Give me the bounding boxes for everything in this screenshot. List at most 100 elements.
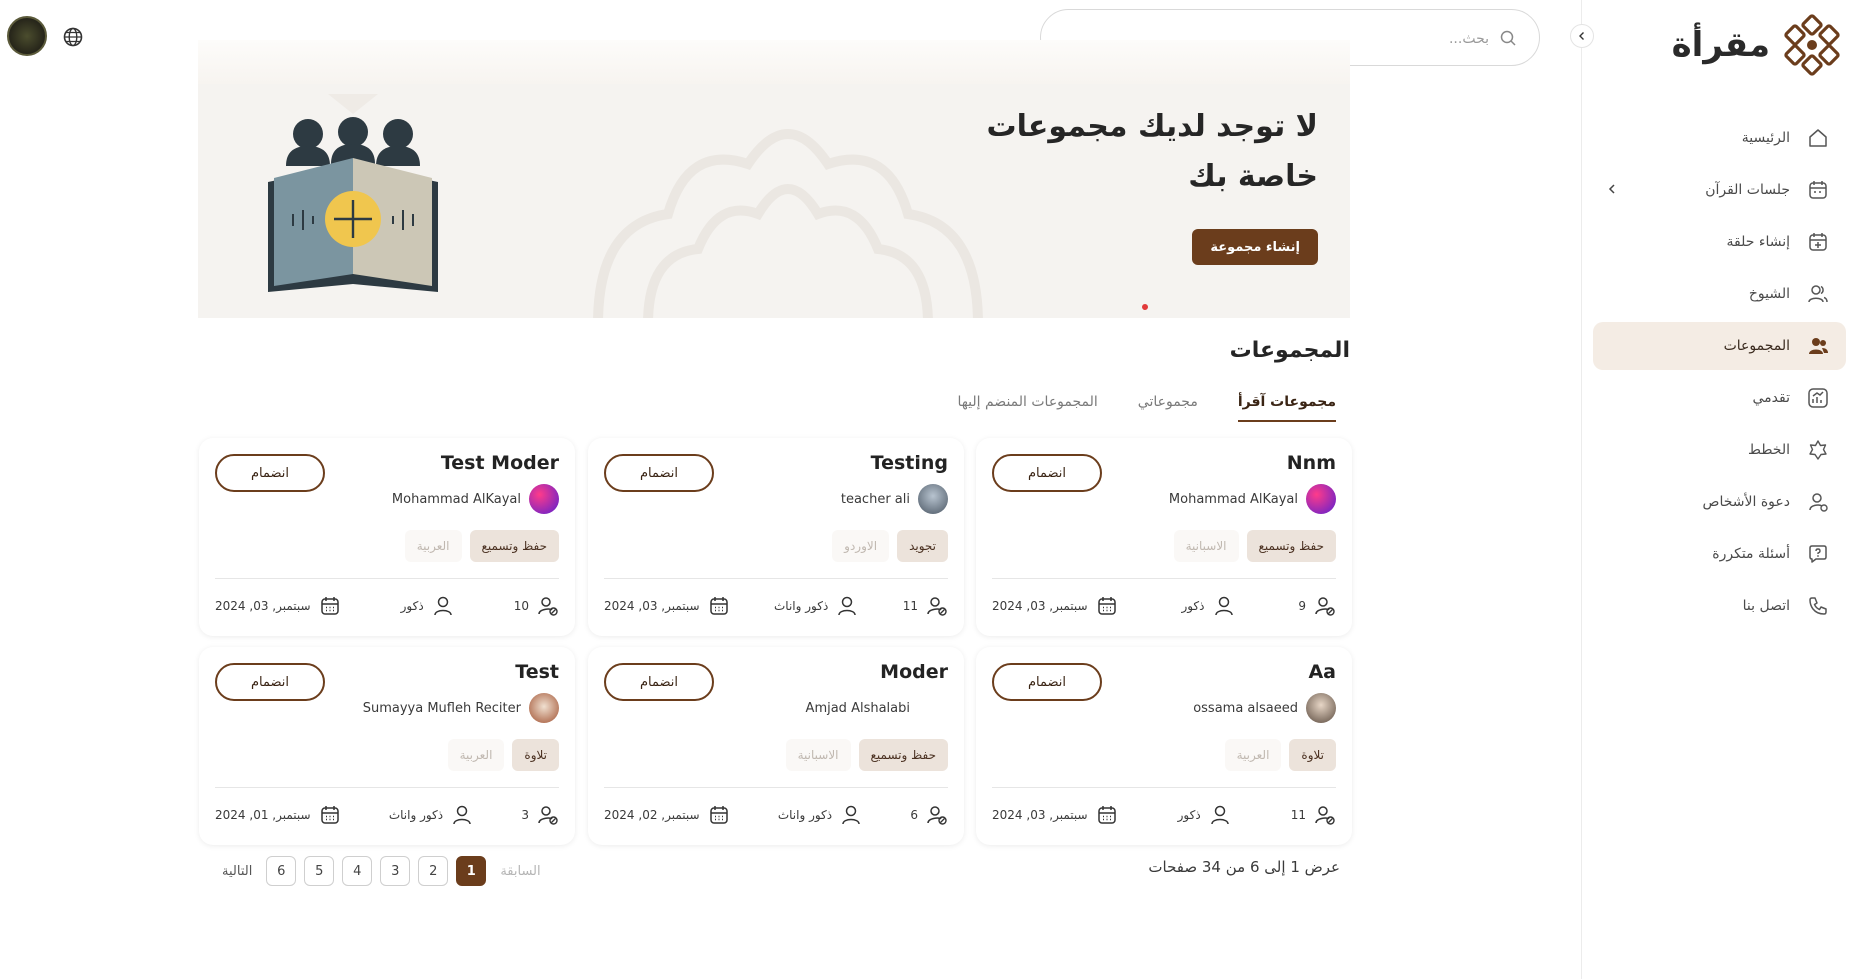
sidebar-item-faq[interactable]: أسئلة متكررة	[1593, 530, 1846, 578]
sidebar-item-label: اتصل بنا	[1742, 598, 1790, 614]
created-date: سبتمبر, 03, 2024	[992, 595, 1118, 617]
join-button[interactable]: انضمام	[215, 454, 325, 492]
category-tag: تلاوة	[512, 739, 559, 771]
sidebar-item-home[interactable]: الرئيسية	[1593, 114, 1846, 162]
divider	[992, 787, 1336, 788]
page-button[interactable]: 2	[418, 856, 449, 886]
group-card[interactable]: Aa انضمام ossama alsaeed تلاوة العربية 11 ذكور…	[976, 647, 1352, 845]
tab-iqraa-groups[interactable]: مجموعات آقرأ	[1237, 394, 1336, 422]
sidebar-item-progress[interactable]: تقدمي	[1593, 374, 1846, 422]
app-logo[interactable]: مقرأة	[1672, 14, 1844, 76]
tab-joined-groups[interactable]: المجموعات المنضم إليها	[957, 394, 1097, 422]
groups-tabs: مجموعات آقرأ مجموعاتي المجموعات المنضم إ…	[957, 394, 1336, 422]
language-button[interactable]	[62, 26, 84, 52]
page-button[interactable]: 6	[266, 856, 297, 886]
created-date: سبتمبر, 03, 2024	[215, 595, 341, 617]
page-button[interactable]: 5	[304, 856, 335, 886]
language-tag: الاسبانية	[785, 739, 851, 771]
sidebar-item-contact[interactable]: اتصل بنا	[1593, 582, 1846, 630]
sidebar-item-create-session[interactable]: إنشاء حلقة	[1593, 218, 1846, 266]
group-card[interactable]: Test انضمام Sumayya Mufleh Reciter تلاوة الع…	[199, 647, 575, 845]
category-tag: تجويد	[897, 530, 948, 562]
sidebar-item-quran-sessions[interactable]: جلسات القرآن	[1593, 166, 1846, 214]
group-owner[interactable]: Amjad Alshalabi	[806, 693, 948, 723]
user-icon	[842, 805, 860, 825]
join-button[interactable]: انضمام	[604, 663, 714, 701]
join-button[interactable]: انضمام	[604, 454, 714, 492]
join-button[interactable]: انضمام	[992, 454, 1102, 492]
group-tags: تلاوة العربية	[1224, 739, 1336, 771]
members-value: 3	[521, 808, 529, 822]
sidebar-item-label: الرئيسية	[1741, 130, 1790, 146]
group-card[interactable]: Nnm انضمام Mohammad AlKayal حفظ وتسميع الاسب…	[976, 438, 1352, 636]
tab-my-groups[interactable]: مجموعاتي	[1138, 394, 1198, 422]
page-button[interactable]: 3	[380, 856, 411, 886]
group-meta: 6 ذكور واناث سبتمبر, 02, 2024	[604, 801, 948, 829]
language-tag: الاسبانية	[1173, 530, 1239, 562]
banner-title: لا توجد لديك مجموعات خاصة بك	[986, 109, 1318, 194]
group-card[interactable]: Test Moder انضمام Mohammad AlKayal حفظ وتسم…	[199, 438, 575, 636]
members-value: 10	[513, 599, 529, 613]
gender-info: ذكور	[401, 595, 454, 617]
date-value: سبتمبر, 02, 2024	[604, 808, 700, 822]
group-title: Test Moder	[440, 452, 559, 474]
group-meta: 11 ذكور سبتمبر, 03, 2024	[992, 801, 1336, 829]
group-owner[interactable]: Sumayya Mufleh Reciter	[363, 693, 559, 723]
user-icon	[838, 596, 857, 616]
sidebar-item-plans[interactable]: الخطط	[1593, 426, 1846, 474]
calendar-icon	[320, 806, 339, 824]
group-owner[interactable]: Mohammad AlKayal	[392, 484, 559, 514]
sidebar-item-groups[interactable]: المجموعات	[1593, 322, 1846, 370]
chevron-left-icon[interactable]	[1607, 180, 1617, 199]
date-value: سبتمبر, 03, 2024	[992, 599, 1088, 613]
gender-info: ذكور	[1181, 595, 1234, 617]
carousel-indicator[interactable]	[1142, 304, 1148, 310]
group-owner[interactable]: Mohammad AlKayal	[1169, 484, 1336, 514]
members-count: 11	[1291, 804, 1336, 826]
sidebar-item-invite[interactable]: دعوة الأشخاص	[1593, 478, 1846, 526]
owner-avatar	[918, 484, 948, 514]
created-date: سبتمبر, 02, 2024	[604, 804, 730, 826]
members-icon	[927, 597, 947, 616]
category-tag: تلاوة	[1289, 739, 1336, 771]
group-owner[interactable]: ossama alsaeed	[1193, 693, 1336, 723]
owner-avatar	[918, 693, 948, 723]
phone-icon	[1804, 592, 1832, 620]
pagination: السابقة 1 2 3 4 5 6 التالية	[216, 856, 547, 886]
join-button[interactable]: انضمام	[992, 663, 1102, 701]
sidebar-item-label: إنشاء حلقة	[1726, 234, 1790, 250]
search-icon	[1500, 30, 1516, 46]
date-value: سبتمبر, 03, 2024	[215, 599, 311, 613]
owner-name: Mohammad AlKayal	[391, 491, 521, 507]
group-card[interactable]: Moder انضمام Amjad Alshalabi حفظ وتسميع الاس…	[588, 647, 964, 845]
prev-page-button[interactable]: السابقة	[494, 864, 546, 879]
sidebar-nav: الرئيسية جلسات القرآن إنشاء حلقة الشيوخ …	[1581, 114, 1858, 634]
page-button[interactable]: 1	[456, 856, 487, 886]
join-button[interactable]: انضمام	[215, 663, 325, 701]
sidebar-item-sheikhs[interactable]: الشيوخ	[1593, 270, 1846, 318]
create-group-button[interactable]: إنشاء مجموعة	[1192, 229, 1318, 265]
members-count: 9	[1298, 595, 1336, 617]
sidebar-item-label: الخطط	[1748, 442, 1790, 458]
users-solid-icon	[1804, 332, 1832, 360]
owner-name: Amjad Alshalabi	[805, 700, 910, 716]
members-value: 11	[902, 599, 918, 613]
sidebar-item-label: دعوة الأشخاص	[1702, 494, 1790, 510]
sidebar-collapse-button[interactable]	[1570, 24, 1594, 48]
group-card[interactable]: Testing انضمام teacher ali تجويد الاوردو 11 ذك…	[588, 438, 964, 636]
members-value: 9	[1298, 599, 1306, 613]
app-name: مقرأة	[1671, 25, 1770, 65]
owner-avatar	[529, 484, 559, 514]
members-count: 11	[903, 595, 948, 617]
members-icon	[1315, 806, 1335, 825]
section-title: المجموعات	[1229, 338, 1350, 363]
page-button[interactable]: 4	[342, 856, 373, 886]
group-tags: حفظ وتسميع العربية	[404, 530, 559, 562]
group-title: Nnm	[1286, 452, 1336, 474]
group-owner[interactable]: teacher ali	[841, 484, 948, 514]
group-meta: 9 ذكور سبتمبر, 03, 2024	[992, 592, 1336, 620]
home-icon	[1804, 124, 1832, 152]
user-avatar[interactable]	[7, 16, 47, 56]
owner-avatar	[1306, 484, 1336, 514]
next-page-button[interactable]: التالية	[216, 864, 258, 879]
